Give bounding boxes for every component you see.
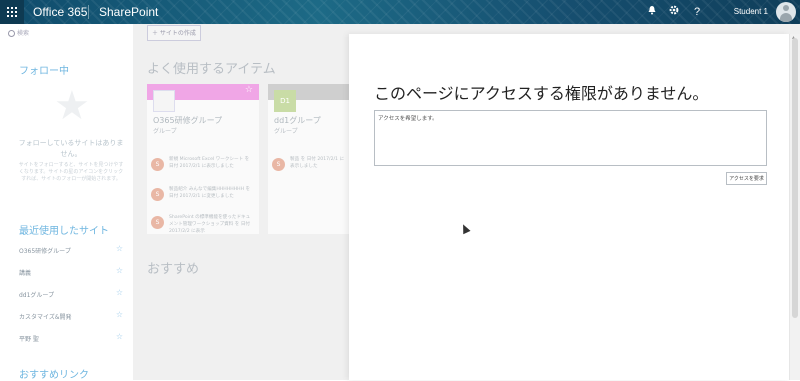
site-thumbnail: D1 <box>274 90 296 112</box>
recent-item-label: 平野 聖 <box>19 336 39 343</box>
activity-text: 製品紹介 みんなで編集HHHHHHHH を 日付 2017/2/1 に変更しまし… <box>169 187 251 199</box>
star-icon[interactable]: ☆ <box>116 310 123 319</box>
gear-icon[interactable] <box>667 5 681 19</box>
activity-text: 製品 を 日付 2017/2/1 に表示しました <box>290 157 345 169</box>
access-request-message[interactable]: アクセスを希望します。 <box>374 110 767 166</box>
product-title[interactable]: SharePoint <box>99 5 158 19</box>
star-icon[interactable]: ☆ <box>245 85 253 95</box>
title-divider <box>88 5 89 19</box>
avatar: S <box>151 158 164 171</box>
user-name[interactable]: Student 1 <box>734 7 768 16</box>
activity-text: SharePoint の標準機能を使ったドキュメント管理ワークショップ資料 を … <box>169 215 251 234</box>
avatar: S <box>151 216 164 229</box>
recent-item[interactable]: O365研修グループ ☆ <box>19 244 123 255</box>
star-icon: ★ <box>54 83 90 129</box>
following-heading: フォロー中 <box>19 66 69 77</box>
app-launcher-icon[interactable] <box>0 0 24 24</box>
star-icon[interactable]: ☆ <box>116 288 123 297</box>
card-subtitle: グループ <box>153 128 177 135</box>
create-site-button[interactable]: ＋ サイトの作成 <box>147 25 201 41</box>
scroll-thumb[interactable] <box>792 38 798 318</box>
card-title[interactable]: O365研修グループ <box>153 115 222 126</box>
site-card[interactable]: D1 dd1グループ グループ S 製品 を 日付 2017/2/1 に表示しまし… <box>268 84 349 234</box>
recent-item-label: 講義 <box>19 270 32 277</box>
frequent-heading: よく使用するアイテム <box>147 62 276 77</box>
recent-item[interactable]: 平野 聖 ☆ <box>19 332 123 343</box>
recent-item-label: O365研修グループ <box>19 248 71 255</box>
site-thumbnail <box>153 90 175 112</box>
search-icon <box>8 30 15 37</box>
request-access-button[interactable]: アクセスを要求 <box>726 172 767 185</box>
recent-item[interactable]: dd1グループ ☆ <box>19 288 123 299</box>
following-empty-title: フォローしているサイトはありません。 <box>18 139 124 158</box>
recent-item-label: カスタマイズ&開発 <box>19 314 72 321</box>
access-denied-panel: このページにアクセスする権限がありません。 アクセスを希望します。 アクセスを要… <box>349 34 789 380</box>
bell-icon[interactable] <box>645 5 659 19</box>
search-placeholder: 検索 <box>17 30 30 37</box>
card-subtitle: グループ <box>274 128 298 135</box>
scrollbar[interactable]: ▴ <box>789 34 800 380</box>
avatar: S <box>151 188 164 201</box>
recommended-heading: おすすめ <box>147 262 200 277</box>
star-icon[interactable]: ☆ <box>116 332 123 341</box>
star-icon[interactable]: ☆ <box>116 266 123 275</box>
app-title[interactable]: Office 365 <box>33 5 87 19</box>
card-title[interactable]: dd1グループ <box>274 115 321 126</box>
left-navigation: 検索 フォロー中 ★ フォローしているサイトはありません。 サイトをフォローする… <box>0 24 133 381</box>
avatar: S <box>272 158 285 171</box>
activity-text: 新規 Microsoft Excel ワークシート を 日付 2017/2/1 … <box>169 157 250 169</box>
suggested-links-heading: おすすめリンク <box>19 370 89 381</box>
search-box[interactable]: 検索 <box>8 28 29 37</box>
star-icon[interactable]: ☆ <box>116 244 123 253</box>
help-icon[interactable]: ? <box>690 5 704 19</box>
following-empty-desc: サイトをフォローすると、サイトを見つけやすくなります。サイトの星のアイコンをクリ… <box>18 162 124 182</box>
site-card[interactable]: ☆ O365研修グループ グループ S 新規 Microsoft Excel ワー… <box>147 84 259 234</box>
page-title: このページにアクセスする権限がありません。 <box>374 84 709 103</box>
recent-item-label: dd1グループ <box>19 292 55 299</box>
avatar[interactable] <box>776 2 796 22</box>
recent-item[interactable]: 講義 ☆ <box>19 266 123 277</box>
recent-item[interactable]: カスタマイズ&開発 ☆ <box>19 310 123 321</box>
suite-bar: Office 365 SharePoint ? Student 1 <box>0 0 800 24</box>
recent-heading: 最近使用したサイト <box>19 226 109 237</box>
